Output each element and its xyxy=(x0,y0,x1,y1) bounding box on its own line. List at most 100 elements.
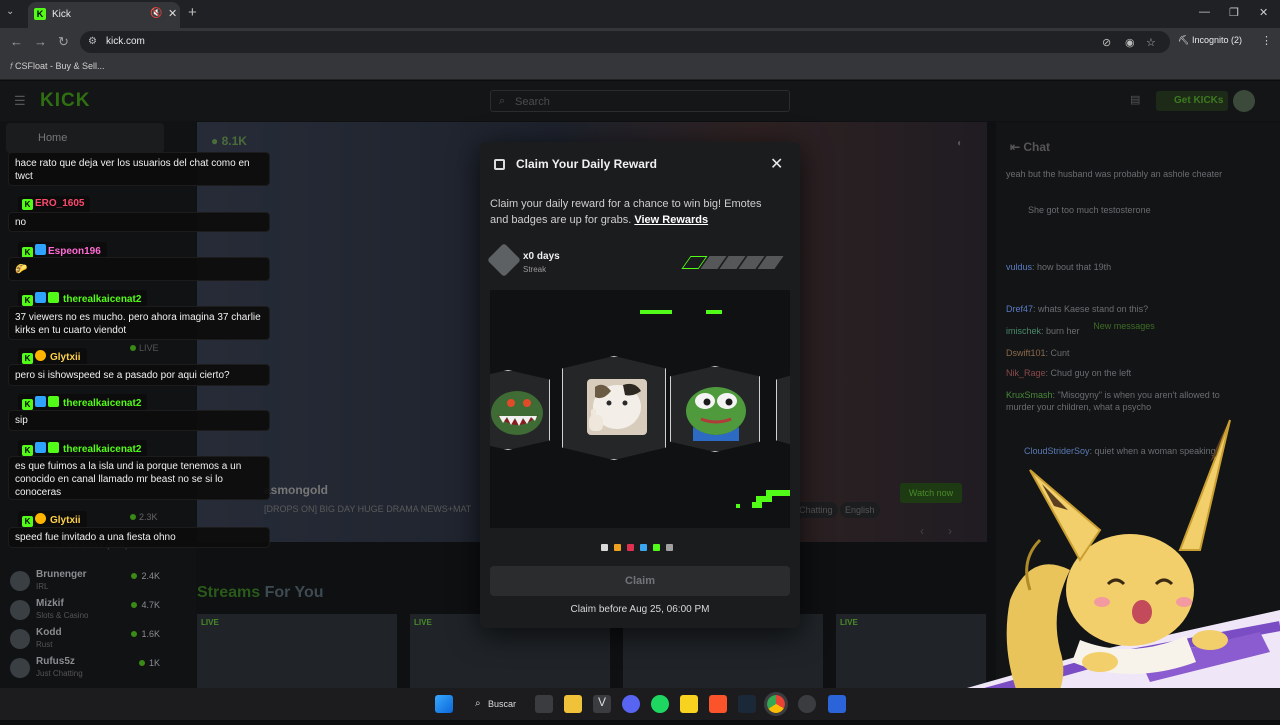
bookmarks-bar: f CSFloat - Buy & Sell... xyxy=(0,56,1280,80)
streak-ticket-icon xyxy=(487,243,521,277)
window-close-icon[interactable]: ✕ xyxy=(1259,6,1268,19)
kick-logo[interactable]: KICK xyxy=(40,90,90,112)
carousel-prev-icon[interactable]: ‹ xyxy=(920,524,924,538)
new-tab-button[interactable]: + xyxy=(188,4,197,21)
tracking-icon[interactable]: ◉ xyxy=(1125,36,1135,49)
view-rewards-link[interactable]: View Rewards xyxy=(634,214,708,226)
claim-button[interactable]: Claim xyxy=(490,566,790,596)
back-icon[interactable]: ← xyxy=(10,34,23,49)
channel-name: Kodd xyxy=(36,627,62,638)
streak-days: x0 days xyxy=(523,251,560,262)
incognito-label: Incognito (2) xyxy=(1191,35,1242,45)
forward-icon[interactable]: → xyxy=(34,34,47,49)
viewer-count: 4.7K xyxy=(131,600,160,610)
pixel-decoration xyxy=(736,504,740,508)
file-explorer-icon[interactable] xyxy=(564,695,582,713)
channel-category: Just Chatting xyxy=(36,669,83,678)
overlay-chat-message: pero si ishowspeed se a pasado por aqui … xyxy=(8,364,270,386)
overlay-chat-username: K Glytxii xyxy=(18,348,87,365)
channel-name: Brunenger xyxy=(36,569,87,580)
overlay-chat-username: Ktherealkaicenat2 xyxy=(18,440,148,457)
modal-description: Claim your daily reward for a chance to … xyxy=(490,198,762,226)
sidebar-channel-mizkif[interactable]: Mizkif Slots & Casino 4.7K xyxy=(10,598,190,626)
avatar xyxy=(10,629,30,649)
brave-icon[interactable] xyxy=(709,695,727,713)
sidebar-channel-brunenger[interactable]: Brunenger IRL 2.4K xyxy=(10,569,190,597)
bookmark-star-icon[interactable]: ☆ xyxy=(1146,36,1156,49)
search-icon: ⌕ xyxy=(499,95,506,107)
browser-tab-kick[interactable]: K Kick 🔇 ✕ xyxy=(28,2,180,28)
eye-off-icon[interactable]: ⊘ xyxy=(1102,36,1111,49)
overlay-chat-username: K Glytxii xyxy=(18,511,87,528)
bookmark-csfloat[interactable]: f CSFloat - Buy & Sell... xyxy=(10,61,105,71)
reward-emote-cat xyxy=(562,356,666,460)
obs-icon[interactable] xyxy=(798,695,816,713)
steam-icon[interactable] xyxy=(738,695,756,713)
menu-icon[interactable]: ☰ xyxy=(14,93,26,109)
chat-message: Dswift101: Cunt xyxy=(1006,348,1070,358)
sidebar-channel-kodd[interactable]: Kodd Rust 1.6K xyxy=(10,627,190,655)
tag-chatting[interactable]: Chatting xyxy=(794,502,838,518)
stream-title: [DROPS ON] BIG DAY HUGE DRAMA NEWS+MAT xyxy=(264,504,472,514)
incognito-indicator[interactable]: ⛏ Incognito (2) xyxy=(1178,35,1242,46)
avatar xyxy=(10,571,30,591)
rarity-dot xyxy=(640,544,647,551)
rarity-dot xyxy=(653,544,660,551)
pixel-decoration xyxy=(752,502,762,508)
overlay-chat-username: K ERO_1605 xyxy=(18,196,91,213)
windows-start-icon[interactable] xyxy=(435,695,453,713)
search-input[interactable]: ⌕ Search xyxy=(490,90,790,112)
stream-channel-name[interactable]: asmongold xyxy=(264,483,328,497)
chat-message: imischek: burn her xyxy=(1006,326,1080,336)
get-kicks-label: Get KICKs xyxy=(1174,95,1224,106)
close-modal-icon[interactable]: ✕ xyxy=(770,154,783,174)
watch-now-button[interactable]: Watch now xyxy=(900,483,962,503)
kick-favicon-icon: K xyxy=(34,8,46,20)
overlay-chat-message: 🌮 xyxy=(8,257,270,281)
pixel-decoration xyxy=(640,310,672,314)
chat-message: yeah but the husband was probably an ash… xyxy=(1006,169,1223,179)
browser-toolbar: ← → ↻ ⚙ kick.com ⊘ ◉ ☆ ⛏ Incognito (2) ⋮ xyxy=(0,28,1280,56)
sticky-notes-icon[interactable] xyxy=(680,695,698,713)
minimize-icon[interactable]: — xyxy=(1199,6,1210,18)
sidebar-item-home[interactable]: Home xyxy=(6,123,164,153)
browser-menu-icon[interactable]: ⋮ xyxy=(1261,34,1272,47)
chrome-icon[interactable] xyxy=(764,692,788,716)
spotify-icon[interactable] xyxy=(651,695,669,713)
viewer-count: 2.3K xyxy=(130,512,158,522)
chat-title: ⇤ Chat xyxy=(1010,140,1051,154)
reward-emote-monster xyxy=(490,370,550,450)
chat-message: She got too much testosterone xyxy=(1028,205,1151,215)
site-info-icon[interactable]: ⚙ xyxy=(88,36,97,47)
overlay-chat-message: es que fuimos a la isla und ia porque te… xyxy=(8,456,270,500)
volume-icon[interactable]: ◐ xyxy=(957,138,963,149)
rarity-dot xyxy=(614,544,621,551)
valorant-icon[interactable]: V xyxy=(593,695,611,713)
sidebar-channel-rufus5z[interactable]: Rufus5z Just Chatting 1K xyxy=(10,656,190,684)
overlay-chat-message: speed fue invitado a una fiesta ohno xyxy=(8,527,270,548)
reload-icon[interactable]: ↻ xyxy=(58,34,69,50)
streamer-mascot-image xyxy=(958,400,1280,720)
avatar xyxy=(10,658,30,678)
stream-thumbnail[interactable]: LIVE xyxy=(197,614,397,688)
tab-search-icon[interactable]: ⌄ xyxy=(6,6,22,22)
emote-icon: 🌮 xyxy=(15,264,28,275)
overlay-chat-message: 37 viewers no es mucho. pero ahora imagi… xyxy=(8,306,270,340)
mute-tab-icon[interactable]: 🔇 xyxy=(150,8,162,19)
live-badge: LIVE xyxy=(130,343,159,353)
get-kicks-button[interactable]: Get KICKs xyxy=(1156,91,1228,111)
taskbar-search[interactable]: ⌕ Buscar xyxy=(472,694,524,714)
tag-english[interactable]: English xyxy=(840,502,880,518)
cards-icon[interactable]: ▤ xyxy=(1130,93,1140,106)
carousel-next-icon[interactable]: › xyxy=(948,524,952,538)
restore-icon[interactable]: ❐ xyxy=(1229,6,1239,19)
app-icon[interactable] xyxy=(828,695,846,713)
discord-icon[interactable] xyxy=(622,695,640,713)
task-view-icon[interactable] xyxy=(535,695,553,713)
user-avatar[interactable] xyxy=(1233,90,1255,112)
close-tab-icon[interactable]: ✕ xyxy=(168,7,177,20)
daily-reward-modal: Claim Your Daily Reward ✕ Claim your dai… xyxy=(480,142,800,628)
search-placeholder: Search xyxy=(515,96,550,108)
windows-taskbar: ⌕ Buscar V xyxy=(0,688,1280,720)
address-bar[interactable]: ⚙ kick.com ⊘ ◉ ☆ xyxy=(80,31,1170,53)
